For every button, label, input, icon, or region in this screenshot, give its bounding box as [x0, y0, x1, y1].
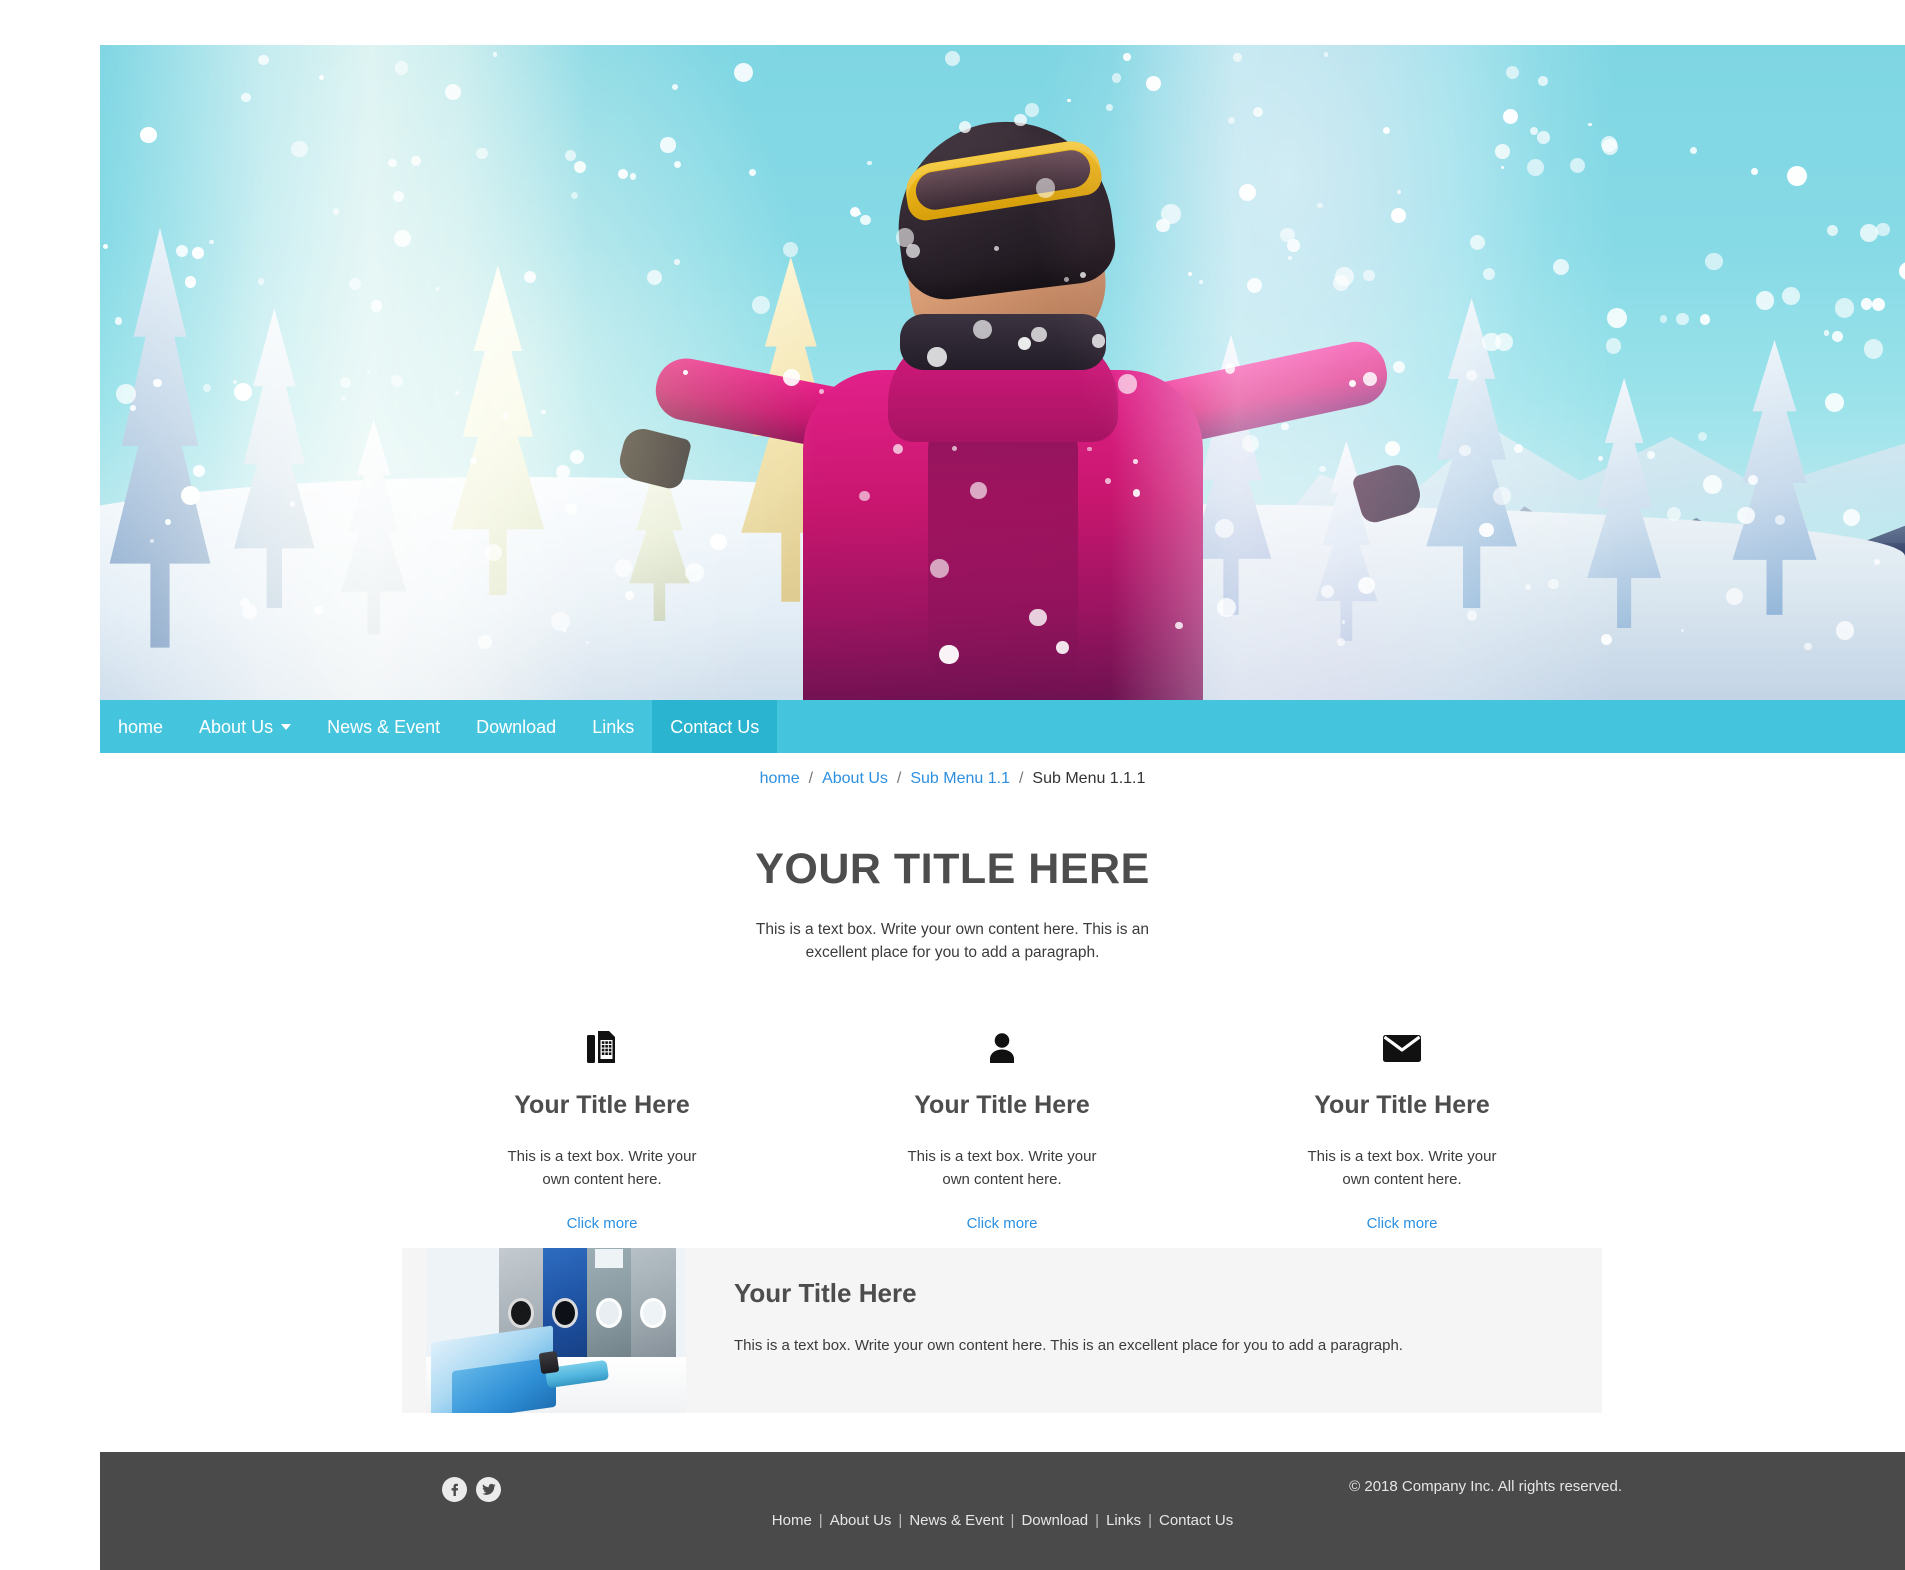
- facebook-icon[interactable]: [442, 1477, 467, 1502]
- feature-column-link[interactable]: Click more: [567, 1215, 638, 1232]
- footer-nav-separator: |: [1010, 1512, 1015, 1529]
- feature-column-1: Your Title Here This is a text box. Write…: [402, 1025, 802, 1233]
- hero-banner: [100, 45, 1905, 700]
- feature-card: Your Title Here This is a text box. Writ…: [402, 1248, 1602, 1413]
- nav-item-contact-us[interactable]: Contact Us: [652, 700, 778, 753]
- social-links: [442, 1477, 501, 1502]
- nav-item-label: Download: [476, 716, 557, 737]
- breadcrumb-item-1[interactable]: home: [760, 770, 800, 787]
- user-icon: [828, 1025, 1176, 1071]
- nav-item-label: home: [118, 716, 164, 737]
- feature-columns: Your Title Here This is a text box. Write…: [402, 1025, 1602, 1233]
- breadcrumb-item-2[interactable]: About Us: [822, 770, 888, 787]
- footer-nav-separator: |: [1148, 1512, 1152, 1529]
- office-binders-photo: [426, 1248, 686, 1413]
- page-subtitle: This is a text box. Write your own conte…: [755, 921, 1150, 962]
- feature-card-text: This is a text box. Write your own conte…: [734, 1337, 1403, 1354]
- footer-nav-item-about-us[interactable]: About Us: [830, 1512, 892, 1529]
- copyright-text: © 2018 Company Inc. All rights reserved.: [1349, 1478, 1622, 1495]
- feature-column-title: Your Title Here: [914, 1091, 1090, 1119]
- nav-item-about-us[interactable]: About Us: [181, 700, 309, 753]
- footer-nav-item-news-event[interactable]: News & Event: [909, 1512, 1003, 1529]
- nav-item-label: News & Event: [327, 716, 441, 737]
- footer-nav-separator: |: [1095, 1512, 1100, 1529]
- fax-icon: [428, 1025, 776, 1071]
- footer-navigation: Home | About Us | News & Event | Download | Link…: [100, 1512, 1905, 1529]
- binder: [587, 1248, 632, 1364]
- footer-nav-item-contact-us[interactable]: Contact Us: [1159, 1512, 1233, 1529]
- breadcrumb-separator: /: [808, 770, 814, 787]
- nav-item-news-event[interactable]: News & Event: [309, 700, 458, 753]
- feature-column-title: Your Title Here: [1314, 1091, 1490, 1119]
- main-navigation: home About Us News & Event Download Links Con…: [100, 700, 1905, 753]
- page-title: YOUR TITLE HERE: [755, 845, 1150, 893]
- chevron-down-icon: [281, 723, 292, 730]
- feature-column-link[interactable]: Click more: [967, 1215, 1038, 1232]
- feature-column-2: Your Title Here This is a text box. Write…: [802, 1025, 1202, 1233]
- breadcrumb: home / About Us / Sub Menu 1.1 / Sub Menu 1.1.…: [0, 770, 1905, 788]
- feature-column-text: This is a text box. Write your own conte…: [1307, 1148, 1497, 1188]
- feature-column-text: This is a text box. Write your own conte…: [907, 1148, 1097, 1188]
- nav-item-download[interactable]: Download: [458, 700, 574, 753]
- footer-nav-item-download[interactable]: Download: [1021, 1512, 1088, 1529]
- breadcrumb-item-4: Sub Menu 1.1.1: [1032, 770, 1146, 787]
- footer-nav-separator: |: [818, 1512, 823, 1529]
- footer-nav-separator: |: [898, 1512, 903, 1529]
- twitter-icon[interactable]: [476, 1477, 501, 1502]
- envelope-icon: [1228, 1025, 1576, 1071]
- footer-nav-item-links[interactable]: Links: [1106, 1512, 1141, 1529]
- highlighter-cap: [538, 1350, 560, 1375]
- breadcrumb-item-3[interactable]: Sub Menu 1.1: [910, 770, 1010, 787]
- hero-photo: [100, 45, 1905, 700]
- footer-nav-item-home[interactable]: Home: [772, 1512, 812, 1529]
- binder: [631, 1248, 676, 1364]
- nav-item-label: About Us: [199, 716, 274, 737]
- breadcrumb-separator: /: [1018, 770, 1024, 787]
- page-root: home About Us News & Event Download Links Con…: [0, 0, 1905, 1570]
- feature-column-link[interactable]: Click more: [1367, 1215, 1438, 1232]
- nav-item-label: Links: [592, 716, 635, 737]
- feature-card-body: Your Title Here This is a text box. Writ…: [686, 1248, 1602, 1413]
- nav-item-home[interactable]: home: [100, 700, 181, 753]
- nav-item-links[interactable]: Links: [574, 700, 652, 753]
- feature-column-title: Your Title Here: [514, 1091, 690, 1119]
- hero-light-glow: [100, 45, 1905, 700]
- feature-column-text: This is a text box. Write your own conte…: [507, 1148, 697, 1188]
- feature-column-3: Your Title Here This is a text box. Write…: [1202, 1025, 1602, 1233]
- nav-item-label: Contact Us: [670, 716, 760, 737]
- breadcrumb-separator: /: [896, 770, 902, 787]
- site-footer: © 2018 Company Inc. All rights reserved.…: [100, 1452, 1905, 1570]
- feature-card-title: Your Title Here: [734, 1278, 917, 1308]
